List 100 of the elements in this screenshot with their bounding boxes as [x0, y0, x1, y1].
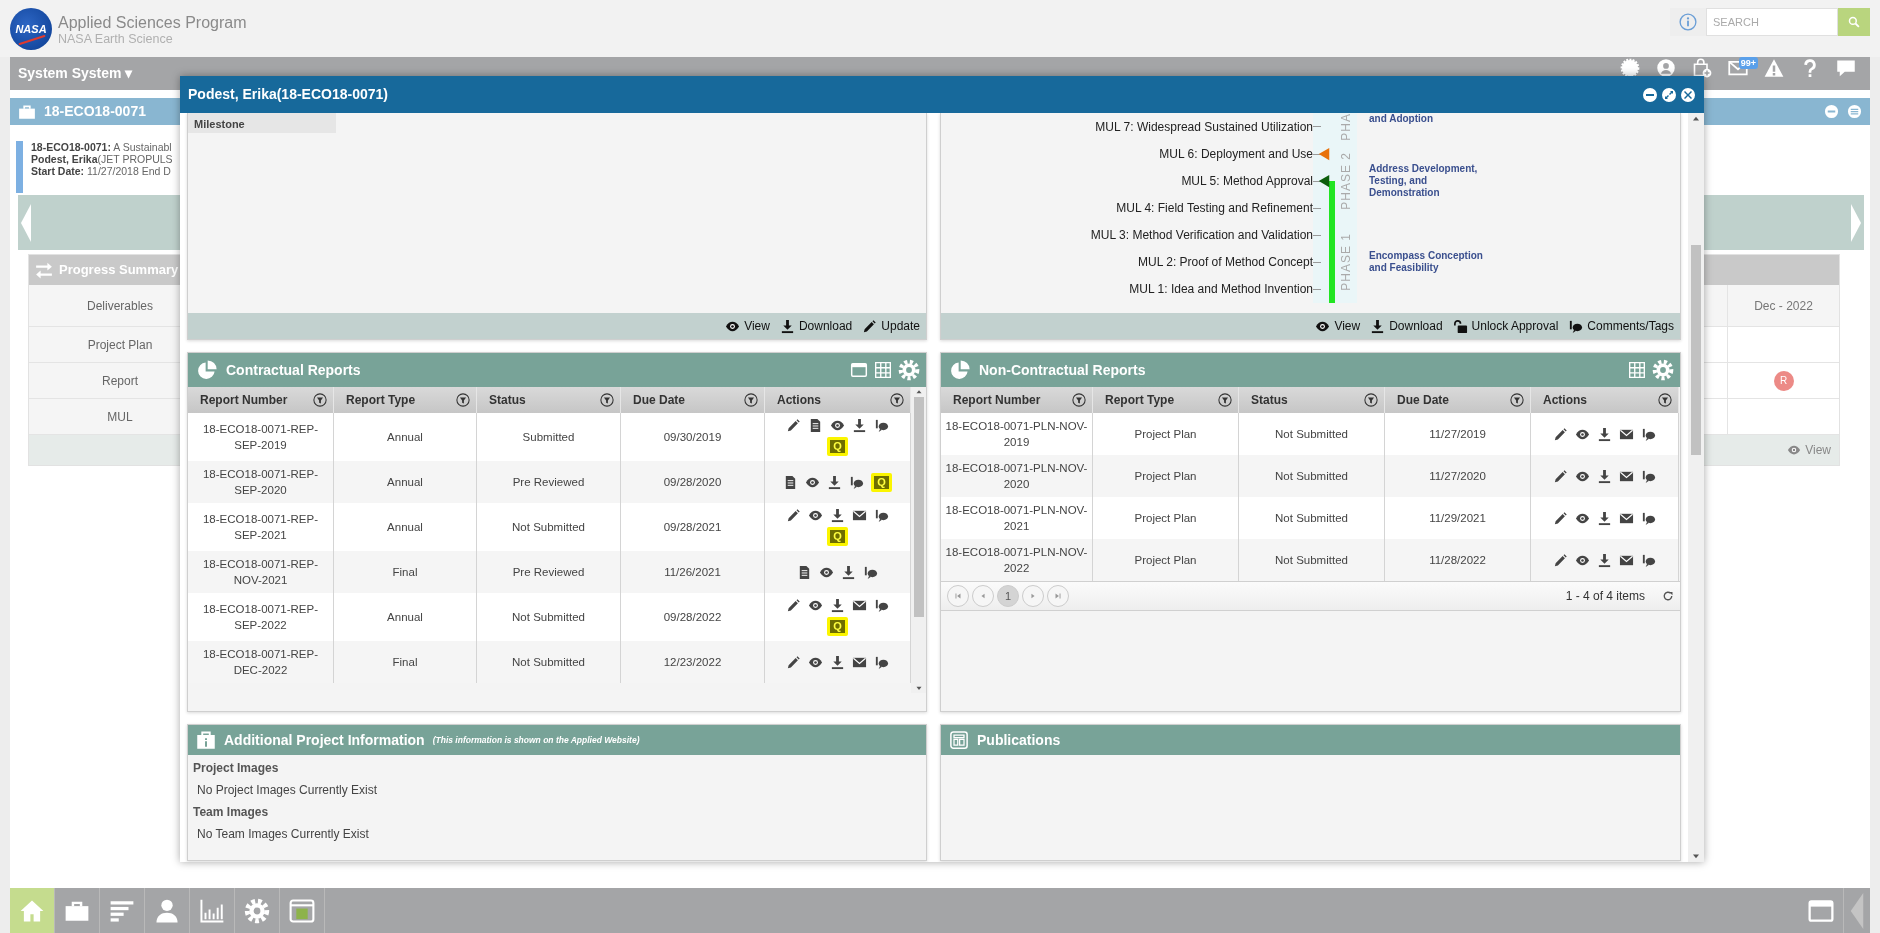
column-header: Status	[489, 392, 526, 409]
document-icon[interactable]	[797, 564, 812, 580]
search-field[interactable]: SEARCH	[1706, 8, 1838, 36]
q-button[interactable]: Q	[827, 617, 848, 636]
pencil-icon[interactable]	[786, 418, 801, 433]
filter-icon[interactable]	[600, 393, 614, 407]
minimize-icon[interactable]	[1642, 86, 1658, 103]
table-cell: Final	[334, 641, 477, 683]
envelope-icon[interactable]	[852, 508, 867, 523]
grid-icon[interactable]	[874, 361, 892, 379]
filter-icon[interactable]	[313, 393, 327, 407]
scrollbar-thumb[interactable]	[913, 397, 924, 617]
phase-description: Encompass Conception and Feasibility	[1369, 250, 1484, 275]
view-link[interactable]: View	[1315, 317, 1361, 335]
refresh-icon[interactable]	[1662, 590, 1674, 602]
column-header: Due Date	[633, 392, 685, 409]
filter-icon[interactable]	[1510, 393, 1524, 407]
document-icon[interactable]	[808, 418, 823, 433]
pencil-icon[interactable]	[1553, 468, 1568, 484]
pencil-icon[interactable]	[786, 654, 801, 670]
edit-link[interactable]: Update	[862, 317, 920, 335]
filter-icon[interactable]	[456, 393, 470, 407]
panel-note: (This information is shown on the Applied Website)	[432, 733, 640, 747]
download-icon[interactable]	[841, 564, 856, 580]
eye-icon[interactable]	[808, 508, 823, 523]
comment-icon[interactable]	[874, 654, 889, 670]
download-icon[interactable]	[1597, 552, 1612, 568]
chart-icon	[199, 897, 225, 924]
settings-icon[interactable]	[1652, 359, 1674, 381]
comment-icon	[1568, 318, 1584, 334]
project-code: 18-ECO18-0071	[44, 102, 146, 121]
download-icon[interactable]	[827, 474, 843, 490]
pie-chart-icon	[196, 359, 218, 381]
level-label: MUL 7: Widespread Sustained Utilization	[1094, 118, 1313, 136]
download-link[interactable]: Download	[779, 317, 853, 335]
level-label: MUL 4: Field Testing and Refinement	[1115, 200, 1313, 218]
download-icon[interactable]	[1597, 426, 1612, 442]
column-header: Actions	[1543, 392, 1587, 409]
close-icon[interactable]	[1680, 86, 1696, 103]
download-icon[interactable]	[830, 654, 845, 670]
user-icon[interactable]	[1656, 58, 1676, 78]
filter-icon[interactable]	[1658, 393, 1672, 407]
pencil-icon[interactable]	[1553, 426, 1568, 442]
phase-label: PHASE 1	[1338, 233, 1354, 292]
download-link[interactable]: Download	[1370, 317, 1443, 335]
envelope-icon[interactable]	[852, 598, 867, 613]
swap-icon	[35, 261, 53, 279]
panel-title: Publications	[977, 730, 1061, 750]
maximize-icon[interactable]	[1661, 86, 1677, 103]
column-header: Due Date	[1397, 392, 1449, 409]
comment-icon[interactable]	[874, 598, 889, 613]
app-title: Applied Sciences Program	[58, 14, 247, 32]
pencil-icon[interactable]	[1553, 552, 1568, 568]
settings-icon[interactable]	[898, 359, 920, 381]
pencil-icon[interactable]	[786, 508, 801, 523]
download-icon[interactable]	[830, 508, 845, 523]
pencil-icon[interactable]	[1553, 510, 1568, 526]
level-label: MUL 1: Idea and Method Invention	[1128, 281, 1313, 299]
q-button[interactable]: Q	[871, 472, 892, 492]
status-badge: R	[1773, 370, 1794, 391]
filter-icon[interactable]	[1072, 393, 1086, 407]
download-icon[interactable]	[852, 418, 867, 433]
filter-icon[interactable]	[890, 393, 904, 407]
q-button[interactable]: Q	[827, 437, 848, 456]
comments-link[interactable]: Comments/Tags	[1568, 317, 1674, 335]
comment-icon[interactable]	[874, 508, 889, 523]
publications-icon	[949, 730, 969, 750]
comment-icon[interactable]	[1641, 426, 1656, 442]
eye-icon[interactable]	[830, 418, 845, 433]
eye-icon	[1787, 443, 1802, 457]
scrollbar-thumb[interactable]	[1691, 245, 1701, 455]
bag-icon[interactable]	[1692, 58, 1712, 78]
column-header: Actions	[777, 392, 821, 409]
filter-icon[interactable]	[1218, 393, 1232, 407]
pencil-icon[interactable]	[786, 598, 801, 613]
eye-icon[interactable]	[808, 598, 823, 613]
column-header: Status	[1251, 392, 1288, 409]
panel-title: Contractual Reports	[226, 360, 361, 380]
comment-icon[interactable]	[863, 564, 878, 580]
comment-icon[interactable]	[1641, 552, 1656, 568]
window-icon[interactable]	[850, 361, 868, 379]
column-header: Dec - 2022	[1727, 285, 1839, 326]
comment-icon[interactable]	[1641, 510, 1656, 526]
download-icon[interactable]	[830, 598, 845, 613]
comment-icon[interactable]	[874, 418, 889, 433]
download-icon[interactable]	[1597, 468, 1612, 484]
comment-icon[interactable]	[849, 474, 865, 490]
view-link[interactable]: View	[725, 317, 770, 335]
download-icon[interactable]	[1597, 510, 1612, 526]
comment-icon[interactable]	[1641, 468, 1656, 484]
q-button[interactable]: Q	[827, 527, 848, 546]
filter-icon[interactable]	[1364, 393, 1378, 407]
new-badge-icon[interactable]	[1620, 58, 1640, 78]
panel-title: Additional Project Information	[224, 730, 425, 750]
grid-icon[interactable]	[1628, 361, 1646, 379]
table-cell: 12/23/2022	[621, 641, 765, 683]
unlock-link[interactable]: Unlock Approval	[1452, 317, 1559, 335]
filter-icon[interactable]	[744, 393, 758, 407]
level-label: MUL 5: Method Approval	[1180, 173, 1313, 191]
page-button[interactable]: 1	[997, 585, 1019, 607]
